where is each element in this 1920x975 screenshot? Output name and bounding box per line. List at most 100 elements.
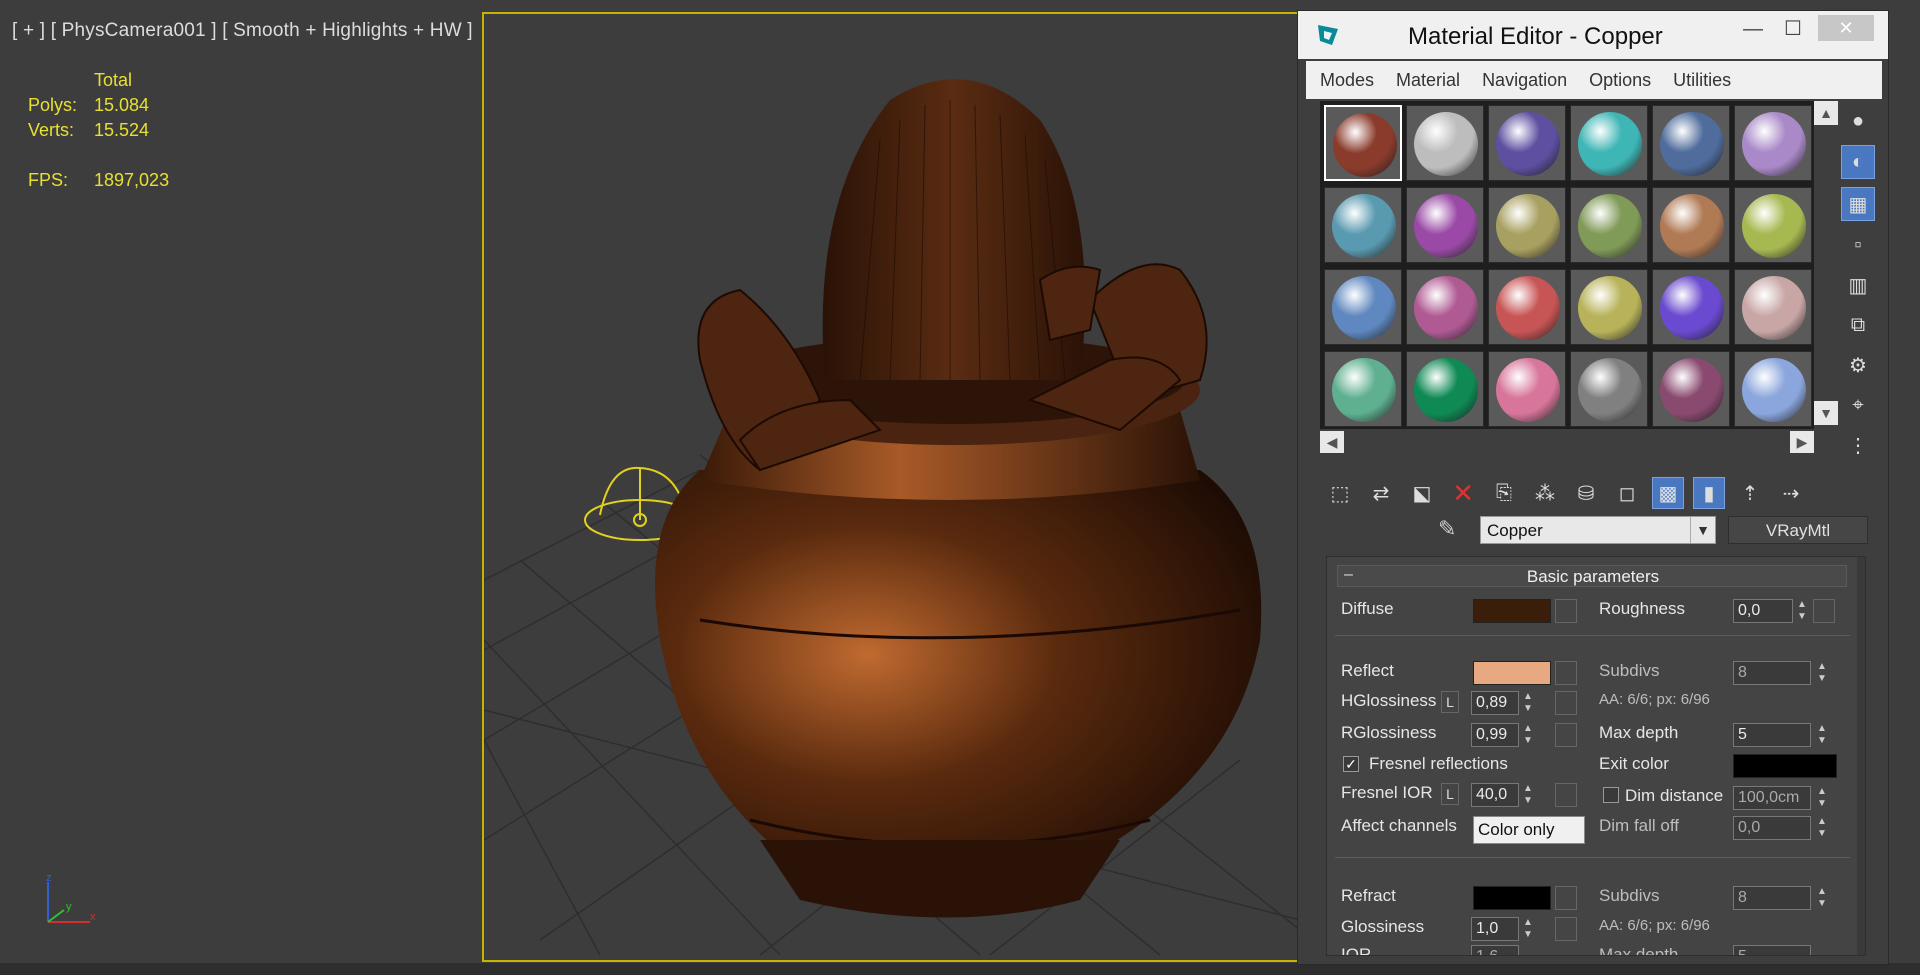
material-sample-slot[interactable] xyxy=(1488,269,1566,345)
material-sample-slot[interactable] xyxy=(1324,269,1402,345)
menu-material[interactable]: Material xyxy=(1396,70,1460,91)
glossiness-input[interactable]: 1,0 xyxy=(1471,917,1519,941)
video-color-check-icon[interactable]: ▥ xyxy=(1842,269,1874,301)
rollout-header[interactable]: – Basic parameters xyxy=(1337,565,1847,587)
material-sample-slot[interactable] xyxy=(1570,351,1648,427)
menu-navigation[interactable]: Navigation xyxy=(1482,70,1567,91)
show-end-result-icon[interactable]: ▮ xyxy=(1693,477,1725,509)
hglossiness-map-button[interactable] xyxy=(1555,691,1577,715)
material-sample-slot[interactable] xyxy=(1734,351,1812,427)
viewport-label[interactable]: [ + ] [ PhysCamera001 ] [ Smooth + Highl… xyxy=(12,20,473,42)
material-sample-slot[interactable] xyxy=(1570,187,1648,263)
roughness-input[interactable]: 0,0 xyxy=(1733,599,1793,623)
menu-utilities[interactable]: Utilities xyxy=(1673,70,1731,91)
hglossiness-spinner[interactable]: ▲ ▼ xyxy=(1521,691,1535,715)
diffuse-map-button[interactable] xyxy=(1555,599,1577,623)
eyedropper-icon[interactable]: ✎ xyxy=(1438,516,1468,546)
options-icon[interactable]: ⚙ xyxy=(1842,349,1874,381)
fresnel-ior-map-button[interactable] xyxy=(1555,783,1577,807)
refract-color-swatch[interactable] xyxy=(1473,886,1551,910)
go-forward-to-sibling-icon[interactable]: ⇢ xyxy=(1775,477,1807,509)
panel-scrollbar[interactable] xyxy=(1857,557,1865,955)
go-to-parent-icon[interactable]: ⇡ xyxy=(1734,477,1766,509)
max-depth-spinner[interactable]: ▲ ▼ xyxy=(1815,723,1829,747)
material-sample-slot[interactable] xyxy=(1652,351,1730,427)
material-sample-slot[interactable] xyxy=(1734,105,1812,181)
get-material-icon[interactable]: ⬚ xyxy=(1324,477,1356,509)
material-sample-slot[interactable] xyxy=(1324,105,1402,181)
make-material-copy-icon[interactable]: ⎘ xyxy=(1488,477,1520,509)
hglossiness-input[interactable]: 0,89 xyxy=(1471,691,1519,715)
glossiness-spinner[interactable]: ▲ ▼ xyxy=(1521,917,1535,941)
material-name-field[interactable]: Copper ▼ xyxy=(1480,516,1716,544)
material-sample-slot[interactable] xyxy=(1406,351,1484,427)
reflect-color-swatch[interactable] xyxy=(1473,661,1551,685)
reset-map-icon[interactable]: ✕ xyxy=(1447,477,1479,509)
material-sample-slot[interactable] xyxy=(1652,187,1730,263)
material-editor-titlebar[interactable]: Material Editor - Copper — ☐ ✕ xyxy=(1298,11,1888,59)
hglossiness-lock-button[interactable]: L xyxy=(1441,691,1459,713)
material-sample-slot[interactable] xyxy=(1652,269,1730,345)
roughness-spinner[interactable]: ▲ ▼ xyxy=(1795,599,1809,623)
material-type-button[interactable]: VRayMtl xyxy=(1728,516,1868,544)
dim-falloff-input[interactable]: 0,0 xyxy=(1733,816,1811,840)
make-preview-icon[interactable]: ⧉ xyxy=(1842,309,1874,341)
menu-modes[interactable]: Modes xyxy=(1320,70,1374,91)
put-material-to-scene-icon[interactable]: ⇄ xyxy=(1365,477,1397,509)
material-sample-slot[interactable] xyxy=(1734,187,1812,263)
refract-map-button[interactable] xyxy=(1555,886,1577,910)
sample-type-sphere-icon[interactable]: ● xyxy=(1842,105,1874,137)
dim-distance-input[interactable]: 100,0cm xyxy=(1733,786,1811,810)
material-id-channel-icon[interactable]: ◻ xyxy=(1611,477,1643,509)
ior-input[interactable]: 1,6 xyxy=(1471,945,1519,955)
maximize-button[interactable]: ☐ xyxy=(1776,17,1810,41)
minimize-button[interactable]: — xyxy=(1738,17,1768,41)
material-sample-slot[interactable] xyxy=(1406,105,1484,181)
material-sample-slot[interactable] xyxy=(1488,351,1566,427)
exit-color-swatch[interactable] xyxy=(1733,754,1837,778)
reflect-subdivs-input[interactable]: 8 xyxy=(1733,661,1811,685)
material-sample-slot[interactable] xyxy=(1734,269,1812,345)
dim-falloff-spinner[interactable]: ▲ ▼ xyxy=(1815,816,1829,840)
material-sample-slot[interactable] xyxy=(1652,105,1730,181)
rglossiness-input[interactable]: 0,99 xyxy=(1471,723,1519,747)
chevron-down-icon[interactable]: ▼ xyxy=(1690,517,1715,543)
select-by-material-icon[interactable]: ⌖ xyxy=(1842,389,1874,421)
refract-max-depth-input[interactable]: 5 xyxy=(1733,945,1811,955)
material-sample-slot[interactable] xyxy=(1488,105,1566,181)
material-sample-slot[interactable] xyxy=(1406,269,1484,345)
refract-subdivs-input[interactable]: 8 xyxy=(1733,886,1811,910)
sample-uv-tiling-icon[interactable]: ▫ xyxy=(1842,229,1874,261)
affect-channels-select[interactable]: Color only xyxy=(1473,816,1585,844)
glossiness-map-button[interactable] xyxy=(1555,917,1577,941)
fresnel-reflections-checkbox[interactable]: ✓ xyxy=(1343,756,1359,772)
make-unique-icon[interactable]: ⁂ xyxy=(1529,477,1561,509)
dim-distance-checkbox[interactable] xyxy=(1603,787,1619,803)
max-depth-input[interactable]: 5 xyxy=(1733,723,1811,747)
material-sample-slot[interactable] xyxy=(1406,187,1484,263)
fresnel-ior-spinner[interactable]: ▲ ▼ xyxy=(1521,783,1535,807)
fresnel-ior-lock-button[interactable]: L xyxy=(1441,783,1459,805)
material-sample-slot[interactable] xyxy=(1570,105,1648,181)
diffuse-color-swatch[interactable] xyxy=(1473,599,1551,623)
material-map-navigator-icon[interactable]: ⋮ xyxy=(1842,429,1874,461)
assign-material-to-selection-icon[interactable]: ⬕ xyxy=(1406,477,1438,509)
material-sample-slot[interactable] xyxy=(1324,187,1402,263)
fresnel-ior-input[interactable]: 40,0 xyxy=(1471,783,1519,807)
rglossiness-spinner[interactable]: ▲ ▼ xyxy=(1521,723,1535,747)
reflect-subdivs-spinner[interactable]: ▲ ▼ xyxy=(1815,661,1829,685)
slots-scroll-right-button[interactable]: ▶ xyxy=(1790,431,1814,453)
menu-options[interactable]: Options xyxy=(1589,70,1651,91)
rglossiness-map-button[interactable] xyxy=(1555,723,1577,747)
refract-subdivs-spinner[interactable]: ▲ ▼ xyxy=(1815,886,1829,910)
reflect-map-button[interactable] xyxy=(1555,661,1577,685)
background-checker-icon[interactable]: ▦ xyxy=(1841,187,1875,221)
show-shaded-material-icon[interactable]: ▩ xyxy=(1652,477,1684,509)
material-editor-window[interactable]: Material Editor - Copper — ☐ ✕ Modes Mat… xyxy=(1297,10,1889,965)
put-to-library-icon[interactable]: ⛁ xyxy=(1570,477,1602,509)
slots-scroll-left-button[interactable]: ◀ xyxy=(1320,431,1344,453)
material-sample-slot[interactable] xyxy=(1488,187,1566,263)
material-sample-slot[interactable] xyxy=(1324,351,1402,427)
dim-distance-spinner[interactable]: ▲ ▼ xyxy=(1815,786,1829,810)
backlight-icon[interactable]: ◐ xyxy=(1841,145,1875,179)
